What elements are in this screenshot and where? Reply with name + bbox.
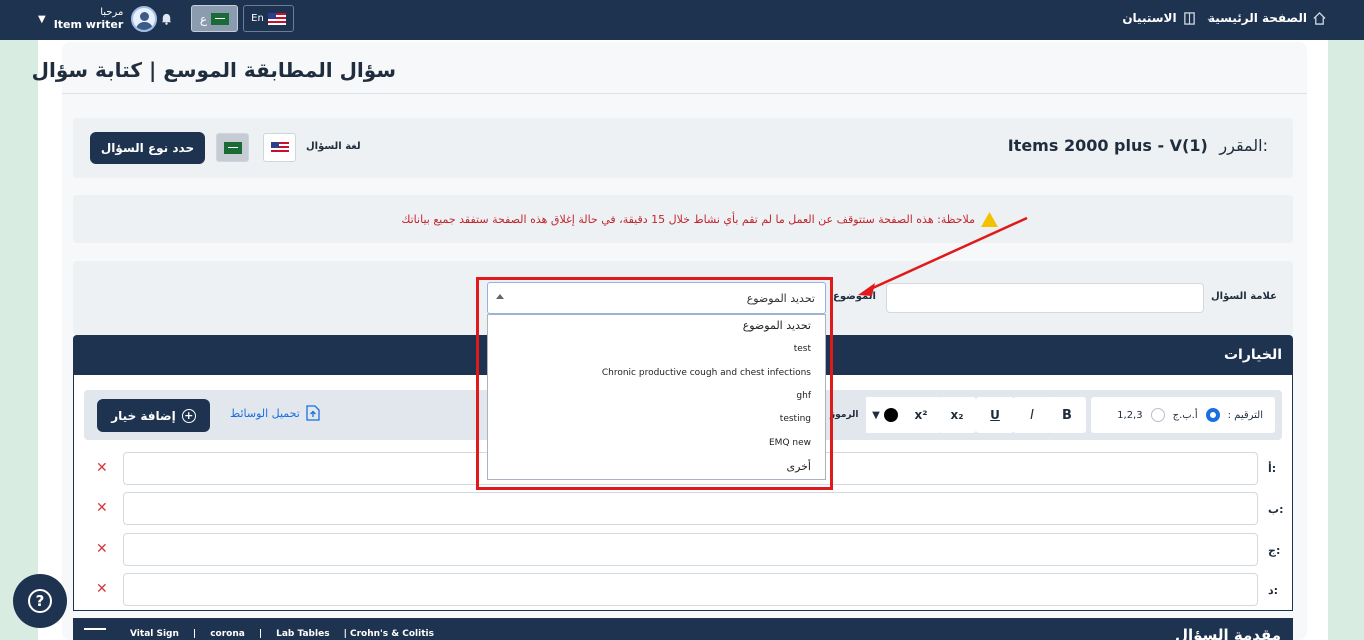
annotation-arrow (858, 216, 1028, 296)
